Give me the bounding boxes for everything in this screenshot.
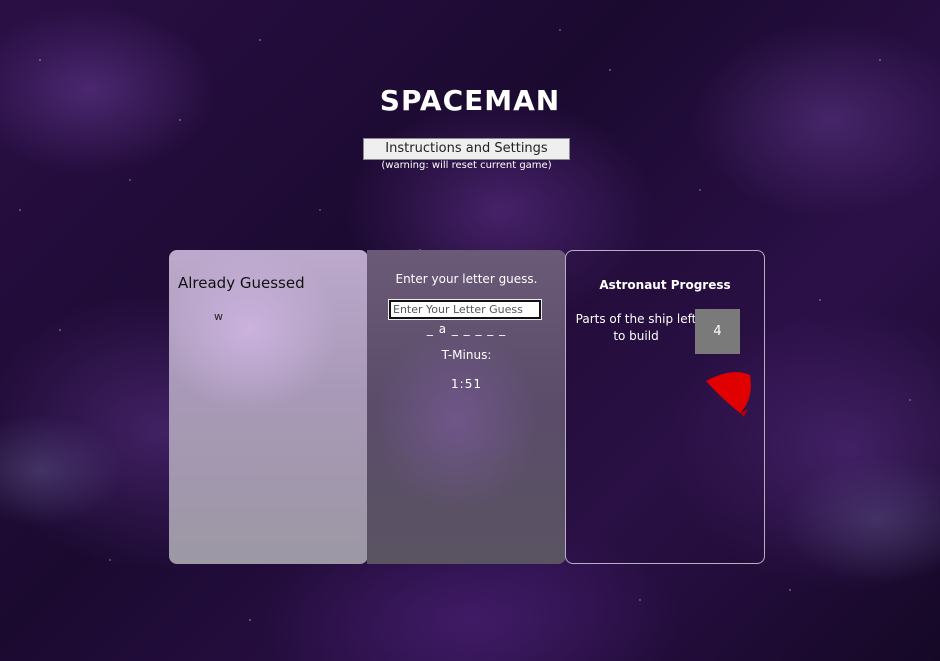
guess-prompt: Enter your letter guess. (395, 272, 538, 286)
already-guessed-panel: Already Guessed w (169, 250, 368, 564)
parts-left-count: 4 (695, 309, 740, 354)
game-title: SPACEMAN (379, 84, 561, 117)
astronaut-progress-panel: Astronaut Progress Parts of the ship lef… (565, 250, 765, 564)
parts-left-label: Parts of the ship left to build (575, 312, 697, 343)
reset-warning: (warning: will reset current game) (381, 160, 552, 171)
letter-guess-input[interactable] (388, 299, 542, 320)
astronaut-progress-heading: Astronaut Progress (599, 278, 731, 292)
instructions-settings-button[interactable]: Instructions and Settings (363, 138, 570, 160)
countdown-timer: 1:51 (451, 377, 482, 391)
guess-panel: Enter your letter guess. _ a _ _ _ _ _ T… (367, 250, 566, 564)
guessed-letters: w (214, 310, 223, 323)
tminus-label: T-Minus: (441, 348, 492, 362)
rocket-piece-icon (706, 372, 751, 417)
word-display: _ a _ _ _ _ _ (426, 322, 507, 336)
already-guessed-heading: Already Guessed (178, 274, 305, 292)
header: SPACEMAN (0, 84, 940, 117)
